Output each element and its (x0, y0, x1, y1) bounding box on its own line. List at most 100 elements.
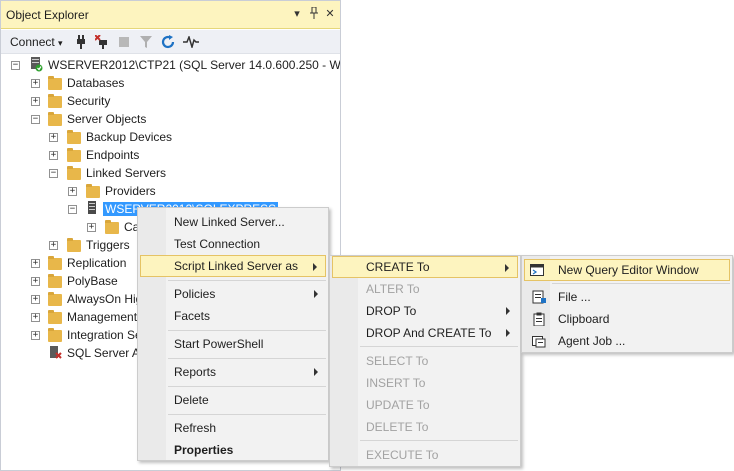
folder-icon (48, 112, 62, 126)
folder-icon (48, 328, 62, 342)
refresh-icon[interactable] (161, 30, 175, 54)
tree-node-server[interactable]: − WSERVER2012\CTP21 (SQL Server 14.0.600… (1, 56, 340, 74)
tree-node-label: Backup Devices (86, 130, 173, 144)
stop-icon[interactable] (119, 30, 129, 54)
menu-item-reports[interactable]: Reports (140, 361, 326, 383)
menu-item-label: Reports (174, 365, 217, 379)
panel-toolbar: Connect ▾ (1, 30, 340, 54)
menu-item-delete[interactable]: Delete (140, 389, 326, 411)
expand-icon[interactable]: + (31, 79, 40, 88)
activity-monitor-icon[interactable] (183, 30, 199, 54)
tree-node-label: Endpoints (86, 148, 140, 162)
tree-node-providers[interactable]: + Providers (1, 182, 340, 200)
expand-icon[interactable]: + (87, 223, 96, 232)
expand-icon[interactable]: + (31, 331, 40, 340)
menu-item-refresh[interactable]: Refresh (140, 417, 326, 439)
menu-item-agent-job[interactable]: Agent Job ... (524, 330, 730, 352)
collapse-icon[interactable]: − (68, 205, 77, 214)
menu-separator (360, 346, 518, 347)
chevron-down-icon[interactable]: ▾ (290, 7, 304, 21)
collapse-icon[interactable]: − (11, 61, 20, 70)
tree-node-label: Server Objects (67, 112, 147, 126)
folder-icon (48, 256, 62, 270)
collapse-icon[interactable]: − (31, 115, 40, 124)
menu-item-execute-to[interactable]: EXECUTE To (332, 444, 518, 466)
close-icon[interactable]: ✕ (323, 7, 337, 21)
expand-icon[interactable]: + (31, 97, 40, 106)
tree-node-label: Replication (67, 256, 127, 270)
expand-icon[interactable]: + (31, 295, 40, 304)
tree-node-server-objects[interactable]: − Server Objects (1, 110, 340, 128)
menu-item-new-linked-server[interactable]: New Linked Server... (140, 211, 326, 233)
menu-item-label: Start PowerShell (174, 337, 264, 351)
tree-node-label: SQL Server Ag (67, 346, 147, 360)
folder-icon (48, 94, 62, 108)
folder-icon (48, 310, 62, 324)
tree-node-security[interactable]: + Security (1, 92, 340, 110)
menu-item-label: INSERT To (366, 376, 426, 390)
linked-server-icon (86, 201, 100, 214)
menu-item-label: Delete (174, 393, 209, 407)
menu-item-label: New Query Editor Window (558, 263, 699, 277)
menu-item-drop-to[interactable]: DROP To (332, 300, 518, 322)
connect-button[interactable]: Connect ▾ (10, 30, 63, 54)
clipboard-icon (532, 312, 546, 327)
menu-item-label: New Linked Server... (174, 215, 285, 229)
menu-item-label: Test Connection (174, 237, 261, 251)
menu-item-properties[interactable]: Properties (140, 439, 326, 461)
panel-title: Object Explorer (6, 8, 89, 22)
menu-separator (360, 440, 518, 441)
tree-node-backup-devices[interactable]: + Backup Devices (1, 128, 340, 146)
menu-item-update-to[interactable]: UPDATE To (332, 394, 518, 416)
expand-icon[interactable]: + (31, 277, 40, 286)
tree-node-linked-servers[interactable]: − Linked Servers (1, 164, 340, 182)
menu-separator (552, 283, 730, 284)
tree-node-label: Security (67, 94, 111, 108)
tree-node-label: AlwaysOn Hig (67, 292, 143, 306)
expand-icon[interactable]: + (49, 241, 58, 250)
expand-icon[interactable]: + (31, 313, 40, 322)
menu-item-file[interactable]: File ... (524, 286, 730, 308)
menu-item-test-connection[interactable]: Test Connection (140, 233, 326, 255)
submenu-arrow-icon (506, 329, 510, 337)
menu-item-alter-to[interactable]: ALTER To (332, 278, 518, 300)
tree-node-label: Databases (67, 76, 125, 90)
menu-item-label: DELETE To (366, 420, 429, 434)
menu-item-start-powershell[interactable]: Start PowerShell (140, 333, 326, 355)
menu-item-clipboard[interactable]: Clipboard (524, 308, 730, 330)
submenu-arrow-icon (314, 290, 318, 298)
menu-separator (168, 358, 326, 359)
menu-item-facets[interactable]: Facets (140, 305, 326, 327)
menu-item-label: CREATE To (366, 260, 430, 274)
create-to-submenu: New Query Editor Window File ... Clipboa… (521, 255, 733, 353)
expand-icon[interactable]: + (68, 187, 77, 196)
expand-icon[interactable]: + (31, 259, 40, 268)
menu-item-policies[interactable]: Policies (140, 283, 326, 305)
menu-item-drop-and-create-to[interactable]: DROP And CREATE To (332, 322, 518, 344)
expand-icon[interactable]: + (49, 133, 58, 142)
connect-label: Connect (10, 35, 55, 49)
menu-item-create-to[interactable]: CREATE To (332, 256, 518, 278)
menu-item-select-to[interactable]: SELECT To (332, 350, 518, 372)
menu-item-delete-to[interactable]: DELETE To (332, 416, 518, 438)
collapse-icon[interactable]: − (49, 169, 58, 178)
menu-item-label: Facets (174, 309, 211, 323)
chevron-down-icon: ▾ (58, 38, 63, 48)
expand-icon[interactable]: + (49, 151, 58, 160)
filter-icon[interactable] (140, 30, 152, 54)
context-menu: New Linked Server... Test Connection Scr… (137, 207, 329, 461)
disconnect-icon[interactable] (94, 30, 109, 54)
pin-icon[interactable] (307, 6, 321, 21)
connect-plug-icon[interactable] (75, 30, 87, 54)
menu-item-new-query-editor-window[interactable]: New Query Editor Window (524, 259, 730, 281)
menu-item-label: EXECUTE To (366, 448, 439, 462)
menu-item-label: Agent Job ... (558, 334, 626, 348)
server-icon (29, 57, 43, 72)
tree-node-databases[interactable]: + Databases (1, 74, 340, 92)
menu-item-script-linked-server-as[interactable]: Script Linked Server as (140, 255, 326, 277)
tree-node-endpoints[interactable]: + Endpoints (1, 146, 340, 164)
menu-item-insert-to[interactable]: INSERT To (332, 372, 518, 394)
menu-separator (168, 386, 326, 387)
tree-node-label: Providers (105, 184, 156, 198)
folder-icon (67, 166, 81, 180)
